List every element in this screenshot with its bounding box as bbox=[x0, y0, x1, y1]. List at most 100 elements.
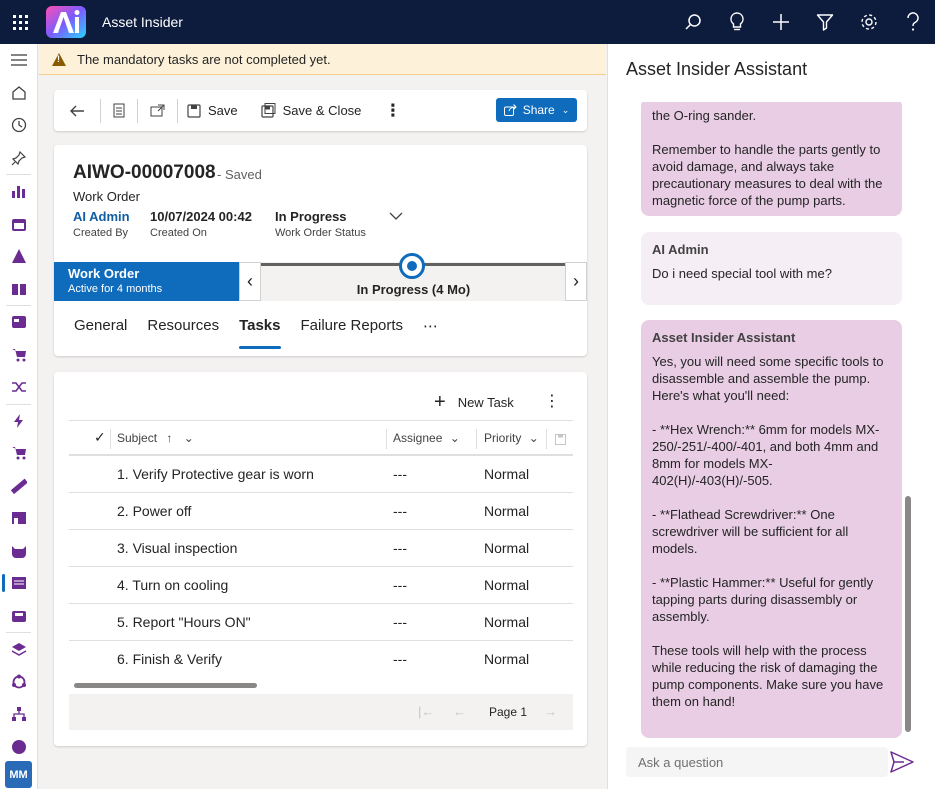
created-on-value: 10/07/2024 00:42 bbox=[150, 209, 252, 224]
horizontal-scrollbar[interactable] bbox=[74, 683, 257, 688]
column-subject[interactable]: Subject ↑ ⌄ bbox=[117, 431, 194, 445]
pin-icon[interactable] bbox=[0, 142, 38, 175]
cycle-icon[interactable] bbox=[0, 666, 38, 699]
tab-more[interactable]: ⋯ bbox=[423, 317, 438, 349]
user-message: AI Admin Do i need special tool with me? bbox=[641, 232, 902, 305]
cart-icon[interactable] bbox=[0, 339, 38, 372]
hamburger-icon[interactable] bbox=[0, 44, 38, 77]
table-row[interactable]: 1. Verify Protective gear is worn --- No… bbox=[69, 456, 573, 493]
form-view-button[interactable] bbox=[101, 90, 137, 131]
task-subject[interactable]: 4. Turn on cooling bbox=[117, 577, 228, 593]
bpf-prev-button[interactable]: ‹ bbox=[239, 262, 261, 301]
shuffle-icon[interactable] bbox=[0, 371, 38, 404]
message-text: Yes, you will need some specific tools t… bbox=[652, 354, 884, 709]
help-icon[interactable] bbox=[891, 0, 935, 44]
task-subject[interactable]: 2. Power off bbox=[117, 503, 191, 519]
recent-icon[interactable] bbox=[0, 109, 38, 142]
plus-icon[interactable] bbox=[759, 0, 803, 44]
tab-failure-reports[interactable]: Failure Reports bbox=[301, 317, 404, 349]
previous-page-icon[interactable]: ← bbox=[453, 704, 466, 719]
next-page-icon[interactable]: → bbox=[544, 704, 557, 719]
chart-icon[interactable] bbox=[0, 175, 38, 208]
save-icon bbox=[555, 434, 566, 445]
table-row[interactable]: 2. Power off --- Normal bbox=[69, 493, 573, 530]
save-icon bbox=[187, 103, 201, 118]
column-assignee-label: Assignee bbox=[393, 431, 443, 445]
send-icon[interactable] bbox=[890, 751, 914, 773]
chevron-down-icon[interactable] bbox=[389, 209, 403, 223]
lightbulb-icon[interactable] bbox=[715, 0, 759, 44]
created-on-label: Created On bbox=[150, 227, 207, 239]
select-all-checkmark-icon[interactable]: ✓ bbox=[94, 429, 106, 446]
message-text: the O-ring sander. Remember to handle th… bbox=[652, 108, 883, 208]
chevron-left-icon: ‹ bbox=[247, 271, 253, 291]
bpf-stage-duration: Active for 4 months bbox=[68, 283, 163, 295]
bpf-active-stage[interactable]: Work Order Active for 4 months bbox=[54, 262, 239, 301]
column-assignee[interactable]: Assignee ⌄ bbox=[393, 431, 460, 445]
chat-scrollbar[interactable] bbox=[905, 496, 911, 732]
home-icon[interactable] bbox=[0, 77, 38, 110]
hierarchy-icon[interactable] bbox=[0, 698, 38, 731]
task-priority: Normal bbox=[484, 540, 530, 556]
first-page-icon[interactable]: |← bbox=[418, 704, 434, 719]
table-row[interactable]: 5. Report "Hours ON" --- Normal bbox=[69, 604, 573, 641]
share-icon bbox=[503, 104, 517, 116]
bpf-stage-name: Work Order bbox=[68, 266, 140, 281]
back-button[interactable] bbox=[54, 90, 100, 131]
search-icon[interactable] bbox=[671, 0, 715, 44]
ruler-icon[interactable] bbox=[0, 470, 38, 503]
save-and-close-button[interactable]: Save & Close bbox=[247, 90, 371, 131]
tab-general[interactable]: General bbox=[74, 317, 127, 349]
tab-resources[interactable]: Resources bbox=[147, 317, 219, 349]
bpf-current-stage[interactable]: In Progress (4 Mo) bbox=[261, 282, 566, 297]
task-subject[interactable]: 5. Report "Hours ON" bbox=[117, 614, 251, 630]
book-icon[interactable] bbox=[0, 273, 38, 306]
save-button[interactable]: Save bbox=[178, 90, 247, 131]
task-subject[interactable]: 6. Finish & Verify bbox=[117, 651, 222, 667]
globe-icon[interactable] bbox=[0, 731, 38, 764]
task-subject[interactable]: 3. Visual inspection bbox=[117, 540, 237, 556]
document-icon bbox=[113, 103, 125, 118]
task-subject[interactable]: 1. Verify Protective gear is worn bbox=[117, 466, 314, 482]
list-icon[interactable] bbox=[0, 567, 38, 600]
tab-tasks[interactable]: Tasks bbox=[239, 317, 281, 349]
lightning-icon[interactable] bbox=[0, 405, 38, 438]
cat-icon[interactable] bbox=[0, 535, 38, 568]
status-value: In Progress bbox=[275, 209, 347, 224]
task-priority: Normal bbox=[484, 577, 530, 593]
ask-question-input[interactable]: Ask a question bbox=[626, 747, 888, 777]
bpf-next-button[interactable]: › bbox=[565, 262, 587, 301]
app-title[interactable]: Asset Insider bbox=[102, 14, 183, 30]
top-bar: Asset Insider bbox=[0, 0, 935, 44]
store-icon[interactable] bbox=[0, 502, 38, 535]
gear-icon[interactable] bbox=[847, 0, 891, 44]
app-launcher-icon[interactable] bbox=[0, 0, 40, 44]
more-commands-button[interactable]: ⋮ bbox=[370, 90, 415, 131]
chevron-right-icon: › bbox=[573, 271, 579, 291]
table-row[interactable]: 4. Turn on cooling --- Normal bbox=[69, 567, 573, 604]
share-button[interactable]: Share ⌄ bbox=[496, 98, 577, 122]
mandatory-tasks-warning: The mandatory tasks are not completed ye… bbox=[39, 44, 606, 75]
cart-plus-icon[interactable] bbox=[0, 437, 38, 470]
inbox-icon[interactable] bbox=[0, 600, 38, 633]
column-priority[interactable]: Priority ⌄ bbox=[484, 431, 539, 445]
open-new-window-button[interactable] bbox=[138, 90, 177, 131]
warning-icon[interactable] bbox=[0, 240, 38, 273]
created-by-link[interactable]: AI Admin bbox=[73, 209, 130, 224]
business-process-flow: Work Order Active for 4 months ‹ In Prog… bbox=[54, 253, 587, 301]
cards-icon[interactable] bbox=[0, 306, 38, 339]
table-row[interactable]: 3. Visual inspection --- Normal bbox=[69, 530, 573, 567]
more-vertical-icon: ⋮ bbox=[544, 393, 560, 410]
filter-icon[interactable] bbox=[803, 0, 847, 44]
new-task-button[interactable]: + New Task bbox=[434, 391, 514, 414]
open-in-new-window-icon bbox=[150, 104, 165, 117]
tasks-grid: + New Task ⋮ ✓ Subject ↑ ⌄ Assignee ⌄ Pr… bbox=[54, 372, 587, 746]
grid-more-button[interactable]: ⋮ bbox=[544, 391, 560, 411]
bpf-current-stage-marker[interactable] bbox=[399, 253, 425, 279]
sort-ascending-icon: ↑ bbox=[166, 431, 173, 445]
user-avatar[interactable]: MM bbox=[5, 761, 32, 788]
table-row[interactable]: 6. Finish & Verify --- Normal bbox=[69, 641, 573, 678]
left-navigation: MM bbox=[0, 44, 38, 789]
calendar-icon[interactable] bbox=[0, 208, 38, 241]
layers-icon[interactable] bbox=[0, 633, 38, 666]
